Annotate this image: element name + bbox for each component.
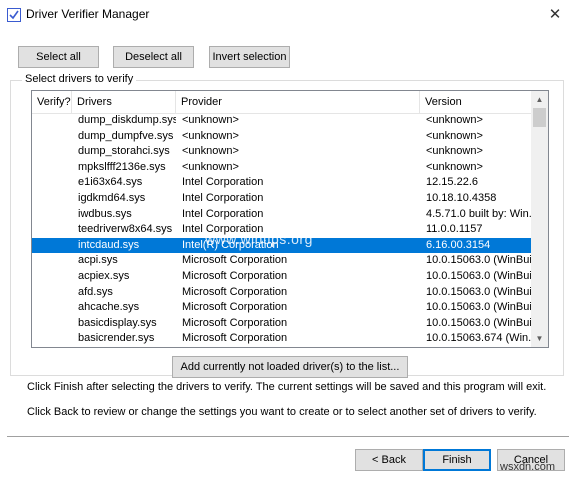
title-bar: Driver Verifier Manager ✕ bbox=[0, 0, 576, 30]
provider-cell: <unknown> bbox=[182, 145, 239, 158]
driver-name-cell: teedriverw8x64.sys bbox=[78, 223, 173, 236]
driver-name-cell: dump_diskdump.sys bbox=[78, 114, 176, 126]
verify-cell bbox=[50, 129, 72, 145]
table-row[interactable]: mpkslfff2136e.sys <unknown> <unknown> bbox=[32, 160, 532, 176]
provider-cell: Microsoft Corporation bbox=[182, 316, 288, 329]
version-cell: 10.0.15063.0 (WinBui... bbox=[426, 301, 532, 314]
version-cell: 10.0.15063.0 (WinBui... bbox=[426, 269, 532, 282]
verify-cell bbox=[50, 316, 72, 332]
version-cell: <unknown> bbox=[426, 160, 483, 173]
verify-cell bbox=[50, 222, 72, 238]
driver-name-cell: intcdaud.sys bbox=[78, 238, 140, 251]
version-cell: <unknown> bbox=[426, 129, 483, 142]
close-icon: ✕ bbox=[548, 6, 562, 23]
provider-cell: Microsoft Corporation bbox=[182, 254, 288, 267]
watermark: www.wintips.org bbox=[205, 231, 313, 247]
version-cell: 10.0.15063.0 (WinBui... bbox=[426, 285, 532, 298]
deselect-all-button[interactable]: Deselect all bbox=[113, 46, 194, 68]
verify-cell bbox=[50, 191, 72, 207]
verify-cell bbox=[50, 238, 72, 254]
group-label: Select drivers to verify bbox=[22, 73, 137, 85]
column-header-provider[interactable]: Provider bbox=[176, 91, 420, 113]
column-header-drivers[interactable]: Drivers bbox=[72, 91, 176, 113]
scroll-down-icon[interactable]: ▼ bbox=[531, 330, 548, 347]
window-title: Driver Verifier Manager bbox=[26, 7, 150, 21]
provider-cell: Microsoft Corporation bbox=[182, 285, 288, 298]
table-row[interactable]: dump_storahci.sys <unknown> <unknown> bbox=[32, 144, 532, 160]
provider-cell: <unknown> bbox=[182, 129, 239, 142]
driver-name-cell: dump_dumpfve.sys bbox=[78, 129, 174, 142]
driver-name-cell: igdkmd64.sys bbox=[78, 191, 146, 204]
close-button[interactable]: ✕ bbox=[534, 0, 576, 28]
column-header-verify[interactable]: Verify? bbox=[32, 91, 72, 113]
provider-cell: <unknown> bbox=[182, 160, 239, 173]
corner-watermark: wsxdn.com bbox=[500, 461, 556, 473]
verify-cell bbox=[50, 253, 72, 269]
driver-name-cell: basicrender.sys bbox=[78, 332, 155, 345]
table-row[interactable]: dump_dumpfve.sys <unknown> <unknown> bbox=[32, 129, 532, 145]
verify-cell bbox=[50, 175, 72, 191]
verify-cell bbox=[50, 144, 72, 160]
table-row[interactable]: acpi.sys Microsoft Corporation 10.0.15063.… bbox=[32, 253, 532, 269]
version-cell: <unknown> bbox=[426, 114, 483, 126]
provider-cell: Intel Corporation bbox=[182, 191, 264, 204]
driver-name-cell: ahcache.sys bbox=[78, 301, 140, 314]
vertical-scrollbar[interactable]: ▲ ▼ bbox=[531, 91, 548, 347]
list-rows: dump_diskdump.sys <unknown> <unknown> dump_… bbox=[32, 113, 532, 347]
drivers-list[interactable]: Verify? Drivers Provider Version dump_di… bbox=[31, 90, 549, 348]
verify-cell bbox=[50, 160, 72, 176]
provider-cell: <unknown> bbox=[182, 114, 239, 126]
version-cell: 10.0.15063.674 (Win... bbox=[426, 332, 532, 345]
table-row[interactable]: igdkmd64.sys Intel Corporation 10.18.10.43… bbox=[32, 191, 532, 207]
invert-selection-button[interactable]: Invert selection bbox=[209, 46, 290, 68]
version-cell: 10.18.10.4358 bbox=[426, 191, 497, 204]
table-row[interactable]: ahcache.sys Microsoft Corporation 10.0.150… bbox=[32, 300, 532, 316]
driver-name-cell: mpkslfff2136e.sys bbox=[78, 160, 166, 173]
provider-cell: Microsoft Corporation bbox=[182, 301, 288, 314]
app-icon bbox=[7, 8, 21, 22]
version-cell: 12.15.22.6 bbox=[426, 176, 478, 189]
table-row[interactable]: acpiex.sys Microsoft Corporation 10.0.1506… bbox=[32, 269, 532, 285]
table-row[interactable]: basicrender.sys Microsoft Corporation 10.0… bbox=[32, 331, 532, 347]
driver-name-cell: afd.sys bbox=[78, 285, 113, 298]
provider-cell: Intel Corporation bbox=[182, 207, 264, 220]
verify-cell bbox=[50, 113, 72, 129]
driver-name-cell: basicdisplay.sys bbox=[78, 316, 157, 329]
version-cell: 4.5.71.0 built by: Win... bbox=[426, 207, 532, 220]
scroll-thumb[interactable] bbox=[533, 108, 546, 127]
table-row[interactable]: dump_diskdump.sys <unknown> <unknown> bbox=[32, 113, 532, 129]
verify-cell bbox=[50, 300, 72, 316]
provider-cell: Microsoft Corporation bbox=[182, 269, 288, 282]
driver-name-cell: acpi.sys bbox=[78, 254, 118, 267]
table-row[interactable]: e1i63x64.sys Intel Corporation 12.15.22.6 bbox=[32, 175, 532, 191]
finish-button[interactable]: Finish bbox=[423, 449, 491, 471]
provider-cell: Intel Corporation bbox=[182, 176, 264, 189]
list-header: Verify? Drivers Provider Version bbox=[32, 91, 532, 114]
driver-name-cell: acpiex.sys bbox=[78, 269, 130, 282]
verify-cell bbox=[50, 331, 72, 347]
table-row[interactable]: iwdbus.sys Intel Corporation 4.5.71.0 buil… bbox=[32, 207, 532, 223]
table-row[interactable]: afd.sys Microsoft Corporation 10.0.15063.0… bbox=[32, 285, 532, 301]
scroll-up-icon[interactable]: ▲ bbox=[531, 91, 548, 108]
version-cell: 10.0.15063.0 (WinBui... bbox=[426, 316, 532, 329]
verify-cell bbox=[50, 269, 72, 285]
provider-cell: Microsoft Corporation bbox=[182, 332, 288, 345]
back-button[interactable]: < Back bbox=[355, 449, 423, 471]
driver-name-cell: dump_storahci.sys bbox=[78, 145, 170, 158]
version-cell: 6.16.00.3154 bbox=[426, 238, 491, 251]
info-back-text: Click Back to review or change the setti… bbox=[27, 406, 537, 418]
driver-name-cell: iwdbus.sys bbox=[78, 207, 132, 220]
footer-separator bbox=[7, 436, 569, 438]
add-not-loaded-drivers-button[interactable]: Add currently not loaded driver(s) to th… bbox=[172, 356, 408, 378]
version-cell: 10.0.15063.0 (WinBui... bbox=[426, 254, 532, 267]
version-cell: 11.0.0.1157 bbox=[426, 223, 483, 236]
table-row[interactable]: basicdisplay.sys Microsoft Corporation 10.… bbox=[32, 316, 532, 332]
verify-cell bbox=[50, 285, 72, 301]
verify-cell bbox=[50, 207, 72, 223]
driver-name-cell: e1i63x64.sys bbox=[78, 176, 143, 189]
select-all-button[interactable]: Select all bbox=[18, 46, 99, 68]
column-header-version[interactable]: Version bbox=[420, 91, 532, 113]
info-finish-text: Click Finish after selecting the drivers… bbox=[27, 381, 547, 393]
version-cell: <unknown> bbox=[426, 145, 483, 158]
